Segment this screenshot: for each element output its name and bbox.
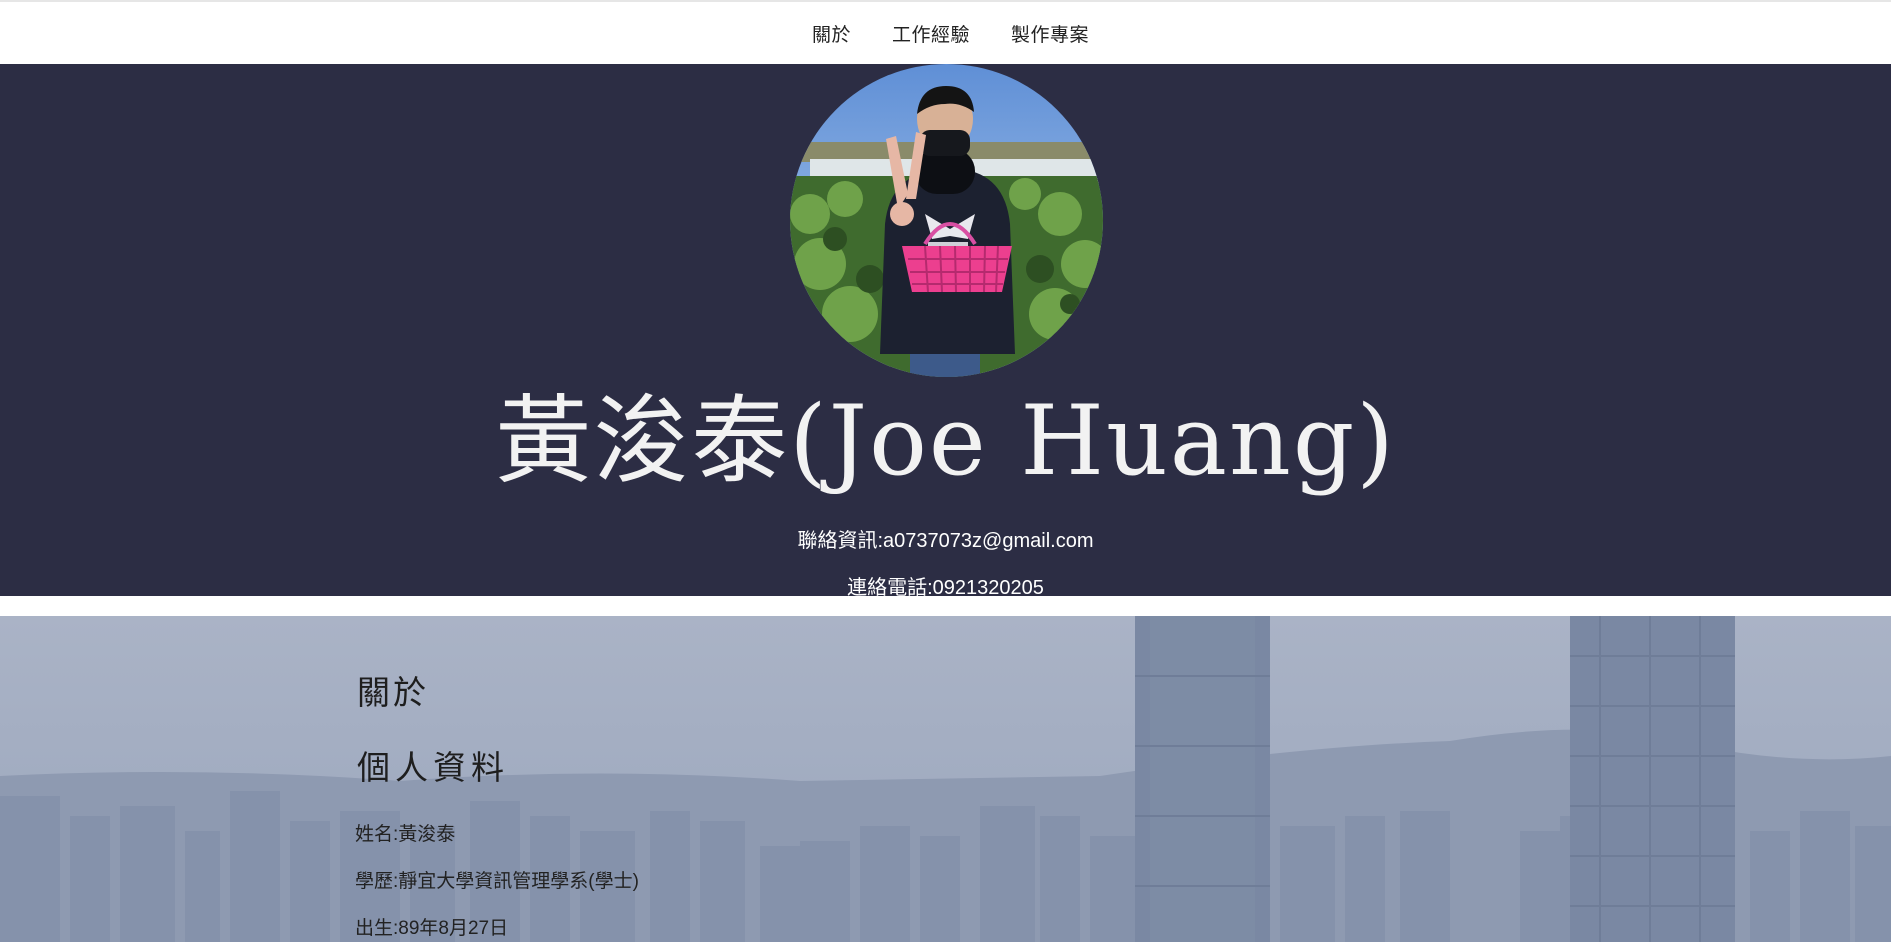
hero-banner: 黃浚泰(Joe Huang) 聯絡資訊:a0737073z@gmail.com … xyxy=(0,64,1891,599)
info-education: 學歷:靜宜大學資訊管理學系(學士) xyxy=(355,871,639,892)
contact-phone: 連絡電話:0921320205 xyxy=(847,577,1044,599)
nav-link-projects[interactable]: 製作專案 xyxy=(1011,20,1089,47)
nav-link-about[interactable]: 關於 xyxy=(812,20,851,47)
profile-photo-image xyxy=(790,64,1103,377)
about-heading: 關於 xyxy=(357,673,429,712)
contact-email: 聯絡資訊:a0737073z@gmail.com xyxy=(797,530,1094,552)
info-birthdate: 出生:89年8月27日 xyxy=(355,918,509,939)
personal-info-heading: 個人資料 xyxy=(357,748,509,787)
profile-photo xyxy=(790,64,1103,377)
hero-name-title: 黃浚泰(Joe Huang) xyxy=(495,385,1396,497)
info-name: 姓名:黃浚泰 xyxy=(355,824,456,845)
nav-link-work-experience[interactable]: 工作經驗 xyxy=(892,20,970,47)
top-navigation: 關於 工作經驗 製作專案 xyxy=(0,2,1891,64)
about-section: 關於 個人資料 姓名:黃浚泰 學歷:靜宜大學資訊管理學系(學士) 出生:89年8… xyxy=(0,616,1891,942)
city-skyline-background xyxy=(0,616,1891,942)
